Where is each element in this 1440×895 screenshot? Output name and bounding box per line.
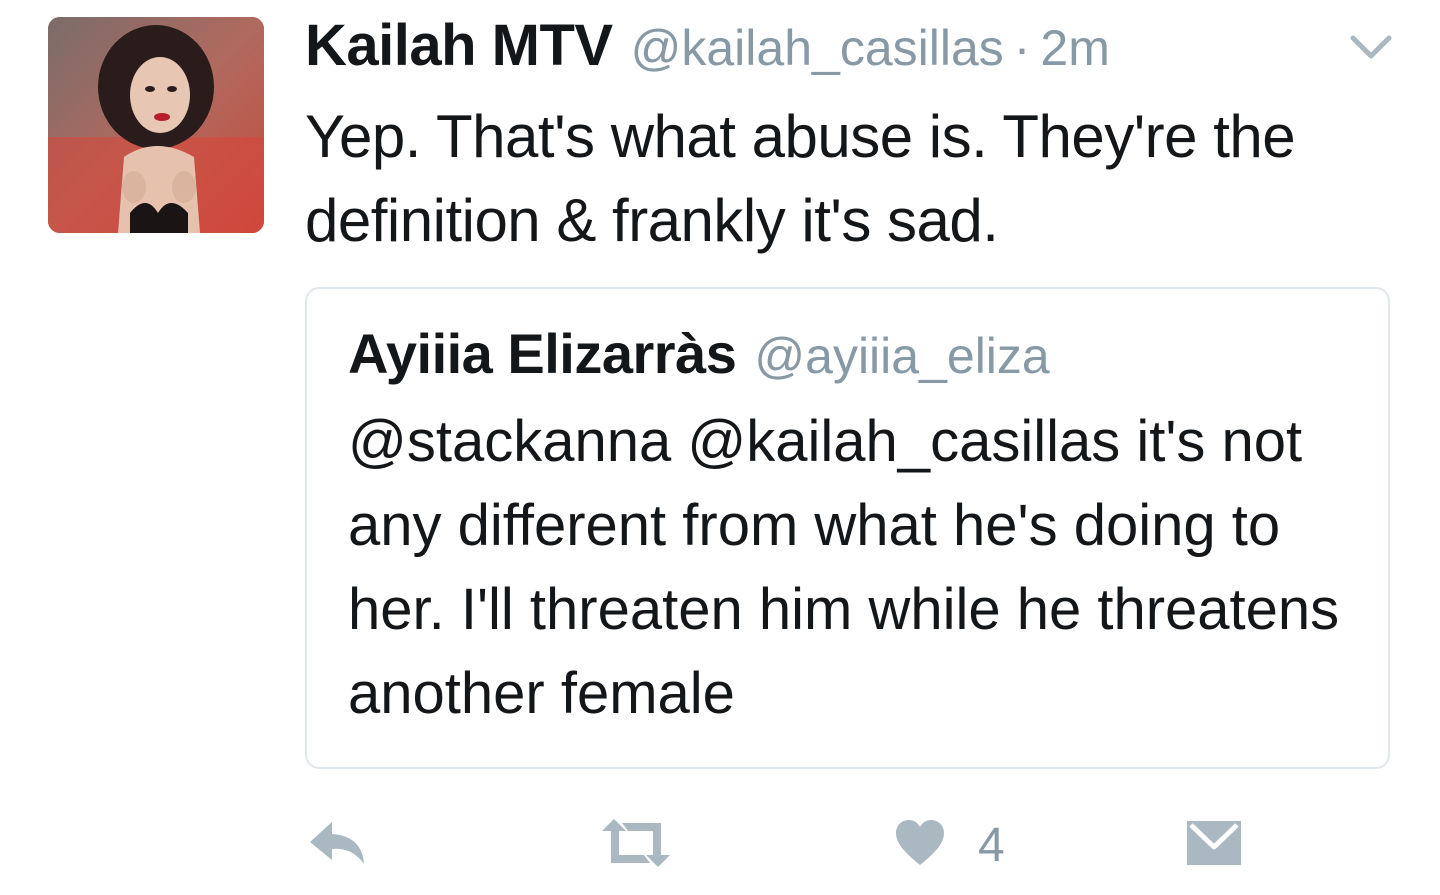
tweet-card[interactable]: Kailah MTV @kailah_casillas · 2m Yep. Th…: [0, 0, 1440, 895]
quoted-tweet[interactable]: Ayiiia Elizarràs @ayiiia_eliza @stackann…: [305, 287, 1390, 769]
author-name[interactable]: Kailah MTV: [305, 12, 613, 79]
quoted-author-name: Ayiiia Elizarràs: [348, 322, 737, 385]
tweet-timestamp[interactable]: 2m: [1040, 19, 1109, 77]
retweet-button[interactable]: [598, 815, 674, 875]
reply-icon: [306, 818, 368, 873]
heart-icon: [894, 819, 946, 872]
chevron-down-icon[interactable]: [1348, 30, 1394, 66]
tweet-text: Yep. That's what abuse is. They're the d…: [305, 103, 1296, 254]
quoted-tweet-header: Ayiiia Elizarràs @ayiiia_eliza: [348, 321, 1050, 386]
separator-dot: ·: [1013, 20, 1031, 76]
tweet-header: Kailah MTV @kailah_casillas · 2m: [305, 12, 1110, 82]
like-count: 4: [978, 818, 1005, 872]
retweet-icon: [598, 817, 674, 874]
reply-button[interactable]: [306, 815, 368, 875]
envelope-icon: [1185, 819, 1243, 872]
author-avatar[interactable]: [48, 17, 264, 233]
quoted-tweet-text: @stackanna @kailah_casillas it's not any…: [348, 409, 1340, 726]
quoted-author-handle: @ayiiia_eliza: [754, 328, 1050, 384]
author-handle[interactable]: @kailah_casillas: [631, 19, 1004, 77]
like-button[interactable]: 4: [894, 815, 1005, 875]
direct-message-button[interactable]: [1185, 815, 1243, 875]
tweet-actions-bar: 4: [0, 800, 1440, 890]
